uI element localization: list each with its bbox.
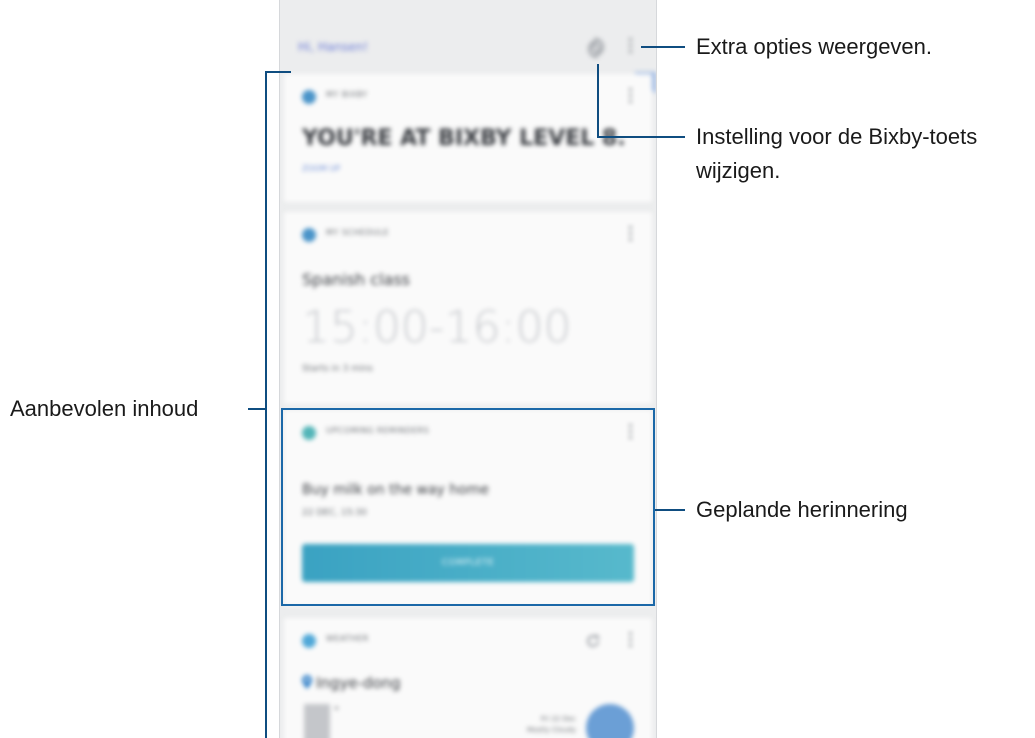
card-more-icon[interactable] [628,226,634,246]
recommended-bracket-top [265,71,291,73]
card-label: MY SCHEDULE [326,228,390,237]
event-starts: Starts in 3 mins [302,364,373,374]
reminder-callout-line [655,509,685,511]
calendar-icon [302,228,316,242]
bixby-key-callout-line1: Instelling voor de Bixby-toets [696,124,978,149]
card-label: MY BIXBY [326,90,368,99]
bixby-level-sub[interactable]: ZOOM UP [302,164,340,173]
bixby-icon [302,90,316,104]
temperature-digit [304,704,330,738]
card-more-icon[interactable] [628,88,634,108]
weather-icon [302,634,316,648]
event-time: 15:00-16:00 [302,302,572,353]
gear-icon[interactable] [584,36,608,60]
more-options-callout: Extra opties weergeven. [696,34,933,59]
weather-info: Fri 22 Dec Mostly Cloudy [527,714,576,736]
card-more-icon[interactable] [628,632,634,652]
weather-card[interactable]: WEATHER Ingye-dong ° Fri 22 Dec Mostly C… [284,618,652,738]
card-label: WEATHER [326,634,369,643]
recommended-bracket-vertical [265,71,267,738]
weather-condition: Mostly Cloudy [526,726,576,734]
gear-callout-line-horizontal [597,136,685,138]
reminder-callout: Geplande herinnering [696,497,908,522]
event-title: Spanish class [302,270,410,289]
greeting-text: Hi, Hansen! [298,40,369,54]
bixby-level-headline: YOU'RE AT BIXBY LEVEL 8. [302,126,626,151]
bixby-key-callout-line2: wijzigen. [696,158,781,183]
weather-date: Fri 22 Dec [540,715,576,723]
more-options-callout-line [641,46,685,48]
recommended-callout-tick [248,408,265,410]
location-name: Ingye-dong [316,674,401,692]
temperature-degree: ° [334,706,339,717]
gear-callout-line-vertical [597,64,599,137]
phone-screen: Hi, Hansen! MY BIXBY YOU'RE AT BIXBY LEV… [279,0,657,738]
refresh-icon[interactable] [584,632,602,650]
schedule-card[interactable]: MY SCHEDULE Spanish class 15:00-16:00 St… [284,212,652,404]
recommended-callout: Aanbevolen inhoud [10,396,199,421]
reminder-highlight-box [281,408,655,606]
more-options-icon[interactable] [628,38,640,60]
top-bar: Hi, Hansen! [280,0,656,72]
location-pin-icon [302,675,312,689]
location-row: Ingye-dong [302,674,401,692]
cloud-icon [586,704,634,738]
